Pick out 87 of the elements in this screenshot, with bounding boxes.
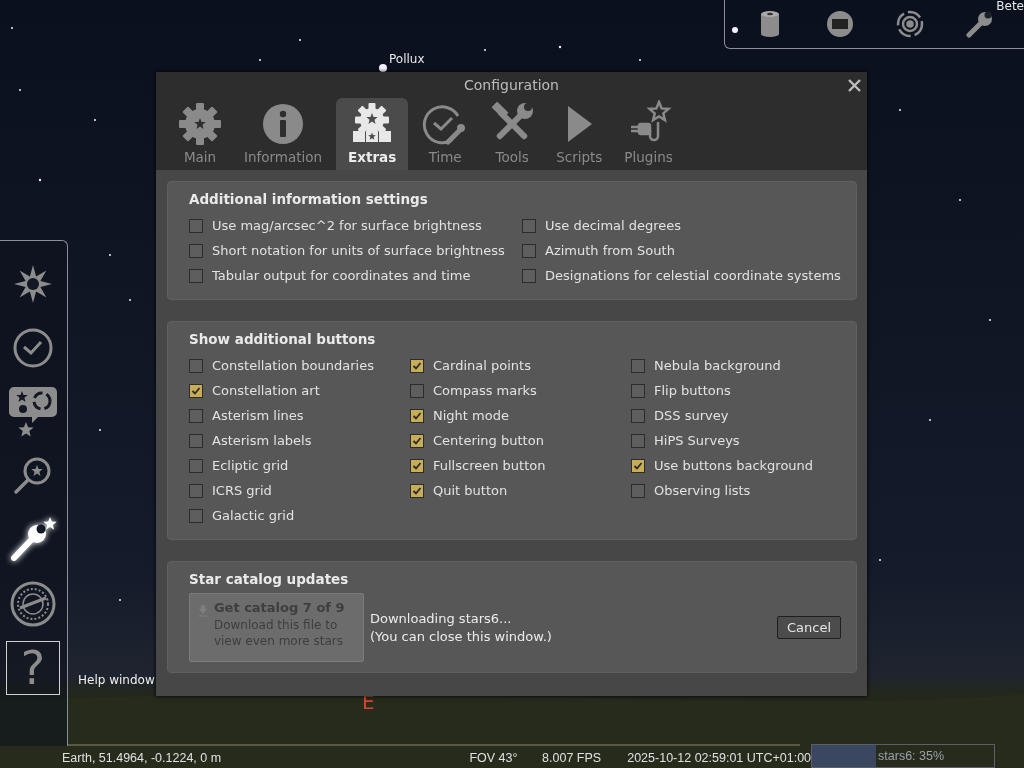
checkbox[interactable] <box>631 433 645 448</box>
checkbox[interactable] <box>631 483 645 498</box>
checkbox-label: Fullscreen button <box>433 458 546 473</box>
checkbox-label: Ecliptic grid <box>212 458 289 473</box>
tab[interactable]: Extras <box>336 98 409 170</box>
star-label: Pollux <box>389 52 425 66</box>
checkbox-label: Constellation boundaries <box>212 358 374 373</box>
clock-icon <box>12 327 54 369</box>
checkbox-label: Asterism lines <box>212 408 304 423</box>
panel-title: Star catalog updates <box>189 571 350 587</box>
tab[interactable]: Main <box>170 98 230 170</box>
checkbox[interactable] <box>189 268 203 283</box>
gear-icon <box>178 102 222 146</box>
tab[interactable]: Plugins <box>616 98 681 170</box>
panel-title: Show additional buttons <box>189 331 377 347</box>
status-text: Downloading stars6... <box>370 609 513 628</box>
checkbox[interactable] <box>522 243 536 258</box>
status-text: (You can close this window.) <box>370 627 552 646</box>
checkbox-label: Short notation for units of surface brightness <box>212 243 505 258</box>
checkbox-label: Asterism labels <box>212 433 312 448</box>
close-icon <box>847 78 861 92</box>
checkbox-label: Night mode <box>433 408 509 423</box>
tab[interactable]: Information <box>236 98 331 170</box>
cylinder-icon <box>760 10 780 38</box>
wrench-icon <box>9 516 57 564</box>
checkbox-label: Nebula background <box>654 358 781 373</box>
fov-text: FOV 43° <box>469 751 519 767</box>
tab[interactable]: Scripts <box>548 98 611 170</box>
checkbox[interactable] <box>410 483 424 498</box>
cancel-button[interactable]: Cancel <box>776 616 841 639</box>
target-icon <box>896 10 924 38</box>
checkbox[interactable] <box>631 458 645 473</box>
checkbox-label: Compass marks <box>433 383 537 398</box>
star-label: Bete <box>996 0 1024 13</box>
checkbox-label: Tabular output for coordinates and time <box>212 268 471 283</box>
checkbox-label: Azimuth from South <box>545 243 675 258</box>
checkbox[interactable] <box>410 408 424 423</box>
checkbox[interactable] <box>189 508 203 523</box>
fps-text: 8.007 FPS <box>542 751 603 767</box>
checkbox[interactable] <box>522 268 536 283</box>
checkbox-label: Designations for celestial coordinate systems <box>545 268 841 283</box>
checkbox-label: Galactic grid <box>212 508 295 523</box>
progress-label: stars6: 35% <box>878 749 945 763</box>
checkbox-label: Use decimal degrees <box>545 218 682 233</box>
checkbox-label: Use mag/arcsec^2 for surface brightness <box>212 218 482 233</box>
info-icon <box>261 102 306 146</box>
checkbox[interactable] <box>522 218 536 233</box>
checkbox-label: Use buttons background <box>654 458 814 473</box>
tooltip-text: Help window <box>78 673 155 687</box>
checkbox[interactable] <box>189 483 203 498</box>
checkbox[interactable] <box>189 433 203 448</box>
location-text: Earth, 51.4964, -0.1224, 0 m <box>62 751 223 767</box>
checkbox[interactable] <box>631 408 645 423</box>
screen-icon <box>826 10 854 38</box>
checkbox[interactable] <box>189 358 203 373</box>
checkbox[interactable] <box>410 358 424 373</box>
tab[interactable]: Tools <box>482 98 543 170</box>
checkbox[interactable] <box>189 243 203 258</box>
search-icon <box>13 456 53 496</box>
datetime-text: 2025-10-12 02:59:01 UTC+01:00 <box>627 751 812 767</box>
checkbox-label: Cardinal points <box>433 358 531 373</box>
toolbar-button[interactable]: ? <box>6 641 60 695</box>
checkbox-label: DSS survey <box>654 408 729 423</box>
checkbox[interactable] <box>631 383 645 398</box>
sun-icon <box>13 264 53 304</box>
panel-title: Additional information settings <box>189 191 429 207</box>
checkbox-label: Quit button <box>433 483 508 498</box>
checkbox-label: ICRS grid <box>212 483 272 498</box>
checkbox[interactable] <box>189 408 203 423</box>
checkbox[interactable] <box>410 458 424 473</box>
emblem-icon <box>10 581 56 627</box>
close-button[interactable] <box>845 76 863 94</box>
speech-bubble-icon <box>8 385 58 439</box>
checkbox-label: Observing lists <box>654 483 751 498</box>
checkbox-label: HiPS Surveys <box>654 433 740 448</box>
checkbox-label: Flip buttons <box>654 383 731 398</box>
window-title: Configuration <box>464 77 559 93</box>
checkbox[interactable] <box>189 383 203 398</box>
checkbox[interactable] <box>189 218 203 233</box>
wrench-icon <box>966 10 994 38</box>
checkbox[interactable] <box>410 433 424 448</box>
tab[interactable]: Time <box>414 98 477 170</box>
checkbox-label: Constellation art <box>212 383 320 398</box>
checkbox[interactable] <box>631 358 645 373</box>
checkbox[interactable] <box>189 458 203 473</box>
checkbox[interactable] <box>410 383 424 398</box>
checkbox-label: Centering button <box>433 433 544 448</box>
